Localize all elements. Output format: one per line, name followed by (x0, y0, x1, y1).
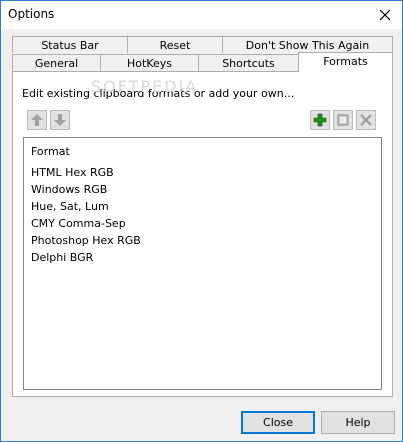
title-bar: Options (1, 1, 402, 29)
close-icon (379, 9, 391, 21)
close-button[interactable]: Close (241, 411, 315, 434)
options-window: Options Status Bar Reset Don't Show This… (0, 0, 403, 442)
add-format-button[interactable] (310, 110, 330, 130)
list-header: Format (31, 145, 70, 158)
move-down-button[interactable] (50, 110, 70, 130)
list-item[interactable]: HTML Hex RGB (31, 164, 114, 181)
edit-icon (337, 114, 349, 126)
move-down-icon (54, 114, 66, 126)
tab-shortcuts[interactable]: Shortcuts (198, 54, 299, 71)
delete-format-button[interactable] (356, 110, 376, 130)
formats-panel: Edit existing clipboard formats or add y… (12, 71, 393, 397)
instruction-text: Edit existing clipboard formats or add y… (22, 87, 295, 100)
delete-icon (360, 114, 372, 126)
tab-status-bar[interactable]: Status Bar (12, 36, 128, 53)
tab-hotkeys[interactable]: HotKeys (100, 54, 199, 71)
close-window-button[interactable] (368, 1, 402, 29)
move-up-icon (31, 114, 43, 126)
list-item[interactable]: Delphi BGR (31, 249, 93, 266)
tab-reset[interactable]: Reset (127, 36, 223, 53)
edit-format-button[interactable] (333, 110, 353, 130)
window-title: Options (8, 7, 55, 21)
tab-general[interactable]: General (12, 54, 101, 71)
move-up-button[interactable] (27, 110, 47, 130)
list-item[interactable]: CMY Comma-Sep (31, 215, 126, 232)
add-icon (313, 113, 327, 127)
help-button[interactable]: Help (321, 411, 395, 434)
list-item[interactable]: Photoshop Hex RGB (31, 232, 141, 249)
formats-listbox[interactable]: Format HTML Hex RGB Windows RGB Hue, Sat… (23, 137, 382, 390)
tab-formats[interactable]: Formats (298, 52, 393, 72)
tab-dont-show-again[interactable]: Don't Show This Again (222, 36, 393, 53)
list-item[interactable]: Hue, Sat, Lum (31, 198, 109, 215)
list-item[interactable]: Windows RGB (31, 181, 107, 198)
